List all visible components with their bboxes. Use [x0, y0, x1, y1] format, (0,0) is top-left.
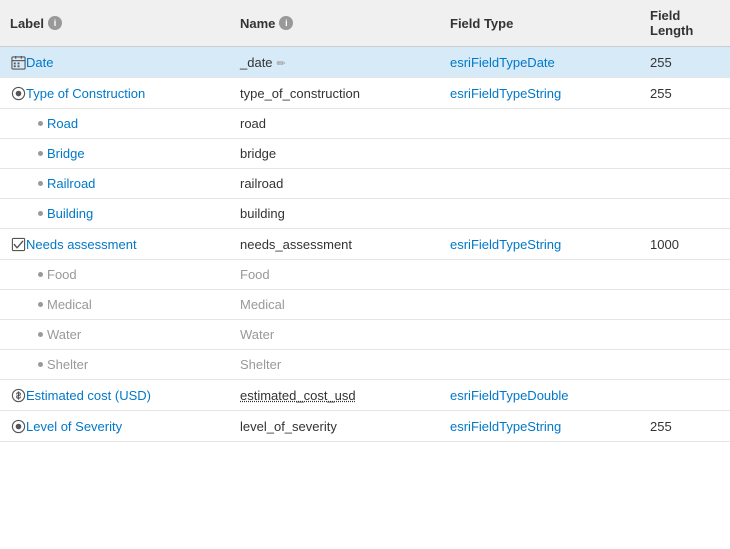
row-name: bridge [240, 146, 276, 161]
bullet-icon [38, 272, 43, 277]
row-label[interactable]: Type of Construction [26, 86, 145, 101]
label-info-icon[interactable]: i [48, 16, 62, 30]
table-row[interactable]: Shelter Shelter [0, 350, 730, 380]
row-field-type: esriFieldTypeString [450, 419, 561, 434]
table-row[interactable]: Estimated cost (USD) estimated_cost_usd e… [0, 380, 730, 411]
row-label[interactable]: Level of Severity [26, 419, 122, 434]
bullet-icon [38, 302, 43, 307]
checkbox-icon [10, 236, 26, 252]
header-length-text: Field Length [650, 8, 693, 38]
header-label-text: Label [10, 16, 44, 31]
table-row[interactable]: Bridge bridge [0, 139, 730, 169]
edit-icon[interactable]: ✏ [277, 58, 286, 70]
row-label[interactable]: Medical [47, 297, 92, 312]
name-info-icon[interactable]: i [279, 16, 293, 30]
row-name: Water [240, 327, 274, 342]
calendar-icon [10, 54, 26, 70]
table-row[interactable]: Road road [0, 109, 730, 139]
row-name: Food [240, 267, 270, 282]
bullet-icon [38, 151, 43, 156]
row-field-length: 255 [650, 86, 672, 101]
row-label[interactable]: Date [26, 55, 53, 70]
row-label[interactable]: Building [47, 206, 93, 221]
row-name: _date [240, 55, 273, 70]
row-label[interactable]: Railroad [47, 176, 95, 191]
row-name: level_of_severity [240, 419, 337, 434]
row-label[interactable]: Road [47, 116, 78, 131]
row-label[interactable]: Bridge [47, 146, 85, 161]
row-field-length: 255 [650, 419, 672, 434]
bullet-icon [38, 332, 43, 337]
row-label[interactable]: Needs assessment [26, 237, 137, 252]
table-header: Label i Name i Field Type Field Length [0, 0, 730, 47]
row-name: railroad [240, 176, 283, 191]
row-name: Medical [240, 297, 285, 312]
field-table: Label i Name i Field Type Field Length [0, 0, 730, 442]
row-name: estimated_cost_usd [240, 388, 356, 403]
row-field-type: esriFieldTypeString [450, 237, 561, 252]
table-row[interactable]: Railroad railroad [0, 169, 730, 199]
header-field-length: Field Length [640, 0, 730, 47]
table-row[interactable]: Date _date ✏ esriFieldTypeDate 255 [0, 47, 730, 78]
table-row[interactable]: Water Water [0, 320, 730, 350]
bullet-icon [38, 362, 43, 367]
cost-icon [10, 387, 26, 403]
bullet-icon [38, 181, 43, 186]
radio-icon [10, 85, 26, 101]
row-name: building [240, 206, 285, 221]
bullet-icon [38, 121, 43, 126]
row-name: needs_assessment [240, 237, 352, 252]
header-label: Label i [0, 0, 230, 47]
bullet-icon [38, 211, 43, 216]
row-label[interactable]: Food [47, 267, 77, 282]
table-row[interactable]: Level of Severity level_of_severity esriF… [0, 411, 730, 442]
row-label[interactable]: Shelter [47, 357, 88, 372]
table-row[interactable]: Needs assessment needs_assessment esriFie… [0, 229, 730, 260]
header-name-text: Name [240, 16, 275, 31]
row-label[interactable]: Water [47, 327, 81, 342]
header-field-type: Field Type [440, 0, 640, 47]
table-row[interactable]: Building building [0, 199, 730, 229]
header-name: Name i [230, 0, 440, 47]
table-row[interactable]: Food Food [0, 260, 730, 290]
table-row[interactable]: Type of Construction type_of_constructio… [0, 78, 730, 109]
row-name: road [240, 116, 266, 131]
header-type-text: Field Type [450, 16, 513, 31]
row-name: Shelter [240, 357, 281, 372]
table-row[interactable]: Medical Medical [0, 290, 730, 320]
row-field-length: 255 [650, 55, 672, 70]
row-field-type: esriFieldTypeDate [450, 55, 555, 70]
row-name: type_of_construction [240, 86, 360, 101]
radio-icon [10, 418, 26, 434]
row-label[interactable]: Estimated cost (USD) [26, 388, 151, 403]
row-field-type: esriFieldTypeString [450, 86, 561, 101]
row-field-length: 1000 [650, 237, 679, 252]
row-field-type: esriFieldTypeDouble [450, 388, 569, 403]
